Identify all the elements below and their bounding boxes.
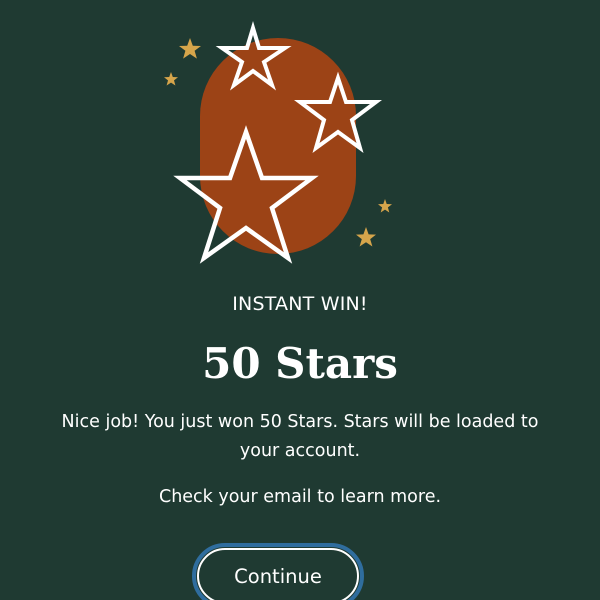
sparkle-star-icon <box>378 199 392 213</box>
email-message: Check your email to learn more. <box>158 487 442 507</box>
page-title: 50 Stars <box>202 339 398 388</box>
stars-award-icon <box>164 21 392 264</box>
continue-button[interactable]: Continue <box>192 543 364 600</box>
eyebrow-label: INSTANT WIN! <box>232 293 368 315</box>
win-message: Nice job! You just won 50 Stars. Stars w… <box>61 412 539 461</box>
continue-button-label: Continue <box>197 548 359 600</box>
sparkle-star-icon <box>179 38 201 59</box>
sparkle-star-icon <box>356 227 376 247</box>
sparkle-star-icon <box>164 72 178 86</box>
